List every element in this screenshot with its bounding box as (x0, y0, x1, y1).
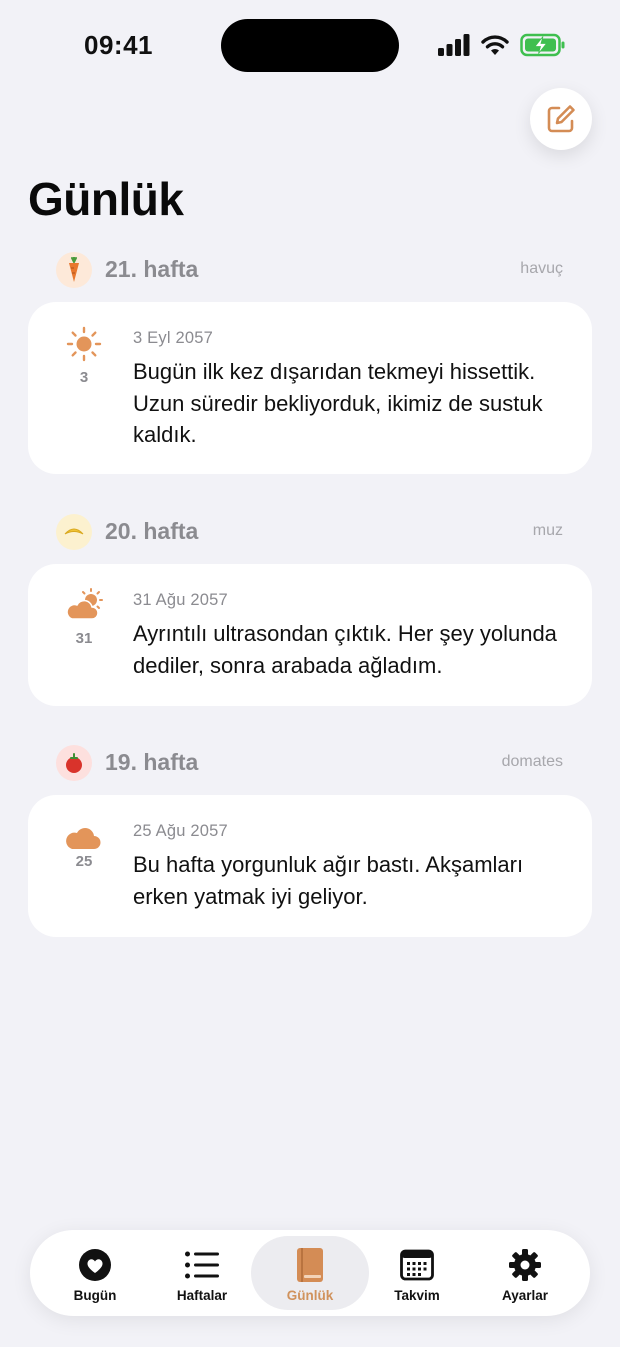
week-label: 19. hafta (105, 749, 199, 775)
cellular-signal-icon (438, 34, 470, 56)
dynamic-island (221, 19, 399, 72)
entry-date: 25 Ağu 2057 (133, 822, 228, 840)
banana-icon (64, 528, 84, 535)
tomato-icon (66, 753, 82, 773)
week-header: 20. hafta muz (28, 512, 592, 552)
tab-label: Ayarlar (501, 1288, 549, 1303)
entry-text: Bu hafta yorgunluk ağır bastı. Akşamları… (133, 852, 524, 909)
entry-date: 31 Ağu 2057 (133, 591, 228, 609)
tab-takvim[interactable]: Takvim (358, 1236, 476, 1310)
journal-entry-card[interactable]: 31 31 Ağu 2057 Ayrıntılı ultrasondan çık… (28, 564, 592, 706)
fruit-badge (56, 514, 92, 550)
wifi-icon (481, 35, 509, 55)
tab-bugun[interactable]: Bugün (36, 1236, 154, 1310)
list-icon (185, 1251, 219, 1279)
week-header: 21. hafta havuç (28, 250, 592, 290)
tab-haftalar[interactable]: Haftalar (143, 1236, 261, 1310)
tab-label: Haftalar (176, 1288, 228, 1303)
sun-icon (66, 326, 102, 362)
entry-text: Ayrıntılı ultrasondan çıktık. Her şey yo… (133, 621, 557, 678)
journal-entry-card[interactable]: 25 25 Ağu 2057 Bu hafta yorgunluk ağır b… (28, 795, 592, 937)
book-icon (297, 1248, 323, 1282)
entry-date: 3 Eyl 2057 (133, 329, 213, 347)
fruit-name: domates (501, 753, 563, 770)
compose-icon (547, 105, 575, 133)
gear-icon (509, 1249, 541, 1281)
partly-sunny-icon (66, 588, 103, 620)
fruit-name: muz (532, 522, 563, 539)
entry-day-number: 3 (79, 369, 89, 386)
week-section: 19. hafta domates 25 25 Ağu 2057 Bu haft… (28, 743, 592, 937)
tab-ayarlar[interactable]: Ayarlar (466, 1236, 584, 1310)
fruit-badge (56, 252, 92, 288)
week-section: 20. hafta muz 31 31 Ağu 2057 Ayrıntılı u… (28, 512, 592, 706)
tab-gunluk[interactable]: Günlük (251, 1236, 369, 1310)
week-section: 21. hafta havuç 3 3 Eyl 2057 Bugün ilk k… (28, 250, 592, 474)
battery-charging-icon (520, 33, 565, 57)
cloud-icon (66, 828, 101, 849)
tab-label: Günlük (286, 1288, 334, 1303)
week-label: 21. hafta (105, 256, 199, 282)
entry-day-number: 25 (75, 853, 93, 870)
status-time: 09:41 (84, 30, 153, 60)
week-header: 19. hafta domates (28, 743, 592, 783)
tab-label: Takvim (394, 1288, 440, 1303)
tab-label: Bugün (73, 1288, 117, 1303)
status-icons (438, 32, 566, 58)
calendar-icon (400, 1249, 434, 1281)
fruit-badge (56, 745, 92, 781)
entry-text: Bugün ilk kez dışarıdan tekmeyi hissetti… (133, 359, 543, 447)
carrot-icon (69, 257, 79, 282)
status-bar: 09:41 (0, 0, 620, 92)
heart-icon (79, 1249, 111, 1281)
compose-button[interactable] (530, 88, 592, 150)
journal-entry-card[interactable]: 3 3 Eyl 2057 Bugün ilk kez dışarıdan tek… (28, 302, 592, 474)
week-label: 20. hafta (105, 518, 199, 544)
page-title: Günlük (28, 173, 184, 225)
fruit-name: havuç (520, 260, 563, 277)
tab-bar: Bugün Haftalar Günlük Takvim Ayarlar (30, 1230, 590, 1316)
entry-day-number: 31 (75, 630, 93, 647)
